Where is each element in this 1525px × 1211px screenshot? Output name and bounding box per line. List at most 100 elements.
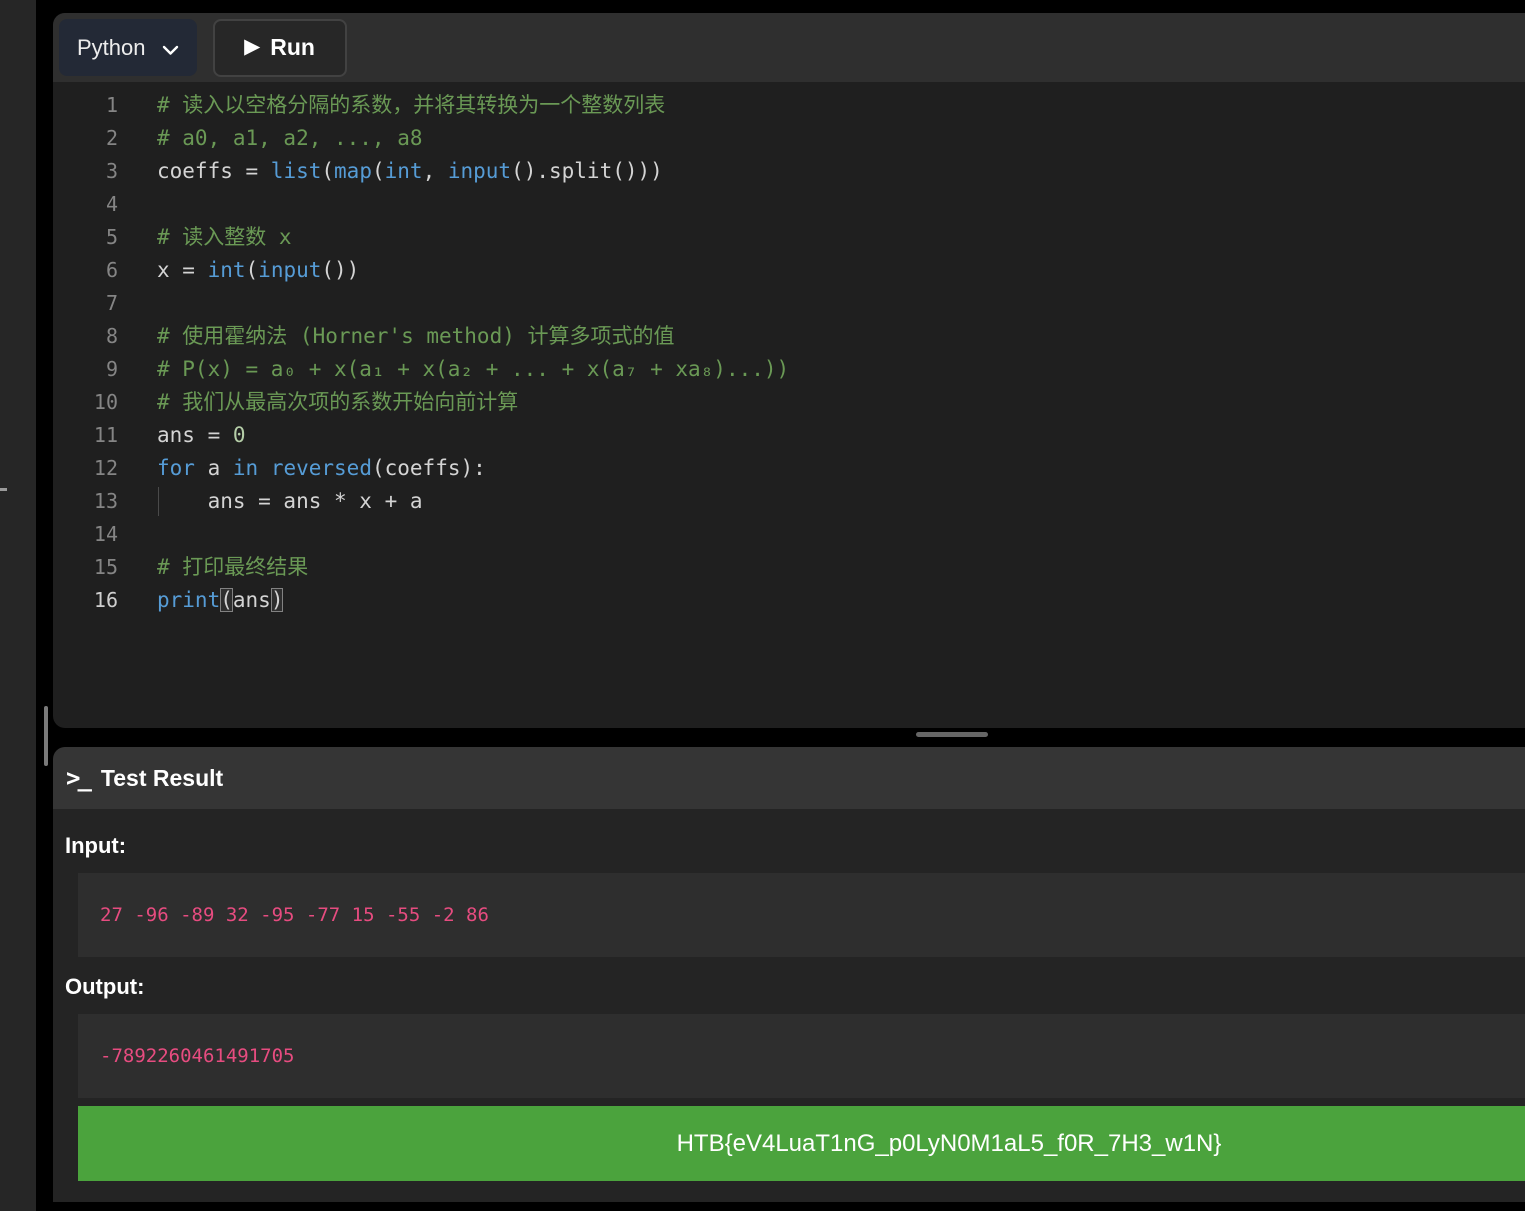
code-token-comment: # P(x) = a₀ + x(a₁ + x(a₂ + ... + x(a₇ +… [157, 357, 790, 381]
code-line[interactable]: 15 # 打印最终结果 [53, 551, 1525, 584]
line-number: 6 [105, 258, 118, 282]
code-line[interactable]: 13 ans = ans * x + a [53, 485, 1525, 518]
code-token-comment: # 我们从最高次项的系数开始向前计算 [157, 390, 519, 414]
code-line-content[interactable]: # 打印最终结果 [118, 551, 308, 584]
code-token-comment: # 读入以空格分隔的系数，并将其转换为一个整数列表 [157, 93, 666, 117]
code-token-plain: ()) [321, 258, 360, 282]
code-line-content[interactable]: coeffs = list(map(int, input().split())) [118, 155, 663, 188]
sidebar-dash-indicator [0, 488, 7, 491]
code-token-plain: ( [371, 159, 385, 183]
line-number: 16 [93, 588, 118, 612]
code-line-content[interactable] [118, 287, 157, 320]
code-token-keyword: int [207, 258, 246, 282]
language-dropdown-label: Python [77, 34, 146, 60]
code-line-content[interactable]: x = int(input()) [118, 254, 359, 287]
code-token-plain: a [194, 456, 233, 480]
code-line[interactable]: 8 # 使用霍纳法 (Horner's method) 计算多项式的值 [53, 320, 1525, 353]
code-line-content[interactable]: ans = ans * x + a [118, 485, 423, 518]
code-editor-panel: Python ▶ Run 1 # 读入以空格分隔的系数，并将其转换为一个整数列表 2… [53, 13, 1525, 728]
code-token-plain: (coeffs): [371, 456, 486, 480]
code-token-plain: ().split())) [511, 159, 663, 183]
code-line[interactable]: 6x = int(input()) [53, 254, 1525, 287]
editor-toolbar: Python ▶ Run [53, 13, 1525, 82]
code-token-keyword: in [232, 456, 259, 480]
test-result-title: Test Result [100, 764, 224, 791]
panel-drag-handle[interactable] [916, 732, 988, 737]
code-line[interactable]: 2 # a0, a1, a2, ..., a8 [53, 122, 1525, 155]
code-token-bracket: ) [270, 588, 284, 612]
indent-guide [158, 487, 159, 516]
run-button-label: Run [270, 34, 315, 60]
code-line[interactable]: 1 # 读入以空格分隔的系数，并将其转换为一个整数列表 [53, 89, 1525, 122]
success-flag-banner: HTB{eV4LuaT1nG_p0LyN0M1aL5_f0R_7H3_w1N} [78, 1106, 1525, 1181]
vertical-resize-handle[interactable] [44, 706, 48, 766]
code-line-content[interactable]: print(ans) [118, 584, 284, 617]
test-result-panel: >_ Test Result Input: 27 -96 -89 32 -95 … [53, 747, 1525, 1202]
chevron-down-icon [162, 36, 179, 62]
code-line-content[interactable]: # 读入整数 x [118, 221, 292, 254]
code-token-comment: # a0, a1, a2, ..., a8 [157, 126, 423, 150]
code-token-plain: coeffs = [157, 159, 271, 183]
line-number: 9 [105, 357, 118, 381]
line-number: 5 [105, 225, 118, 249]
code-token-plain: ( [321, 159, 335, 183]
code-line[interactable]: 14 [53, 518, 1525, 551]
code-token-keyword: input [258, 258, 322, 282]
code-token-plain: ans = ans * x + a [157, 489, 423, 513]
code-token-keyword: list [270, 159, 322, 183]
language-dropdown[interactable]: Python [59, 19, 197, 76]
flag-text: HTB{eV4LuaT1nG_p0LyN0M1aL5_f0R_7H3_w1N} [676, 1129, 1222, 1157]
code-line[interactable]: 7 [53, 287, 1525, 320]
line-number: 14 [93, 522, 118, 546]
line-number: 1 [105, 93, 118, 117]
code-lines[interactable]: 1 # 读入以空格分隔的系数，并将其转换为一个整数列表 2 # a0, a1, a2,… [53, 89, 1525, 617]
input-value-box: 27 -96 -89 32 -95 -77 15 -55 -2 86 [78, 873, 1525, 957]
code-line[interactable]: 16 print(ans) [53, 584, 1525, 617]
code-token-keyword: reversed [270, 456, 372, 480]
output-value-box: -7892260461491705 [78, 1014, 1525, 1098]
run-button[interactable]: ▶ Run [212, 18, 347, 77]
line-number: 3 [105, 159, 118, 183]
code-line-content[interactable] [118, 518, 157, 551]
code-line-content[interactable]: # 使用霍纳法 (Horner's method) 计算多项式的值 [118, 320, 675, 353]
code-token-keyword: map [334, 159, 372, 183]
code-line-content[interactable]: for a in reversed(coeffs): [118, 452, 486, 485]
code-token-comment: # 使用霍纳法 (Horner's method) 计算多项式的值 [157, 324, 675, 348]
code-token-keyword: print [157, 588, 221, 612]
code-token-comment: # 读入整数 x [157, 225, 292, 249]
code-line-content[interactable]: # a0, a1, a2, ..., a8 [118, 122, 423, 155]
code-line[interactable]: 4 [53, 188, 1525, 221]
code-line[interactable]: 12 for a in reversed(coeffs): [53, 452, 1525, 485]
line-number: 7 [105, 291, 118, 315]
input-label: Input: [65, 833, 127, 858]
line-number: 12 [93, 456, 118, 480]
code-token-keyword: for [157, 456, 195, 480]
input-value: 27 -96 -89 32 -95 -77 15 -55 -2 86 [100, 904, 489, 926]
code-line-content[interactable]: # 我们从最高次项的系数开始向前计算 [118, 386, 518, 419]
code-line[interactable]: 10 # 我们从最高次项的系数开始向前计算 [53, 386, 1525, 419]
code-line[interactable]: 3 coeffs = list(map(int, input().split())… [53, 155, 1525, 188]
code-line-content[interactable]: # 读入以空格分隔的系数，并将其转换为一个整数列表 [118, 89, 665, 122]
play-icon: ▶ [244, 35, 261, 58]
code-token-keyword: int [384, 159, 423, 183]
code-token-plain: ans = [157, 423, 233, 447]
collapsed-sidebar [0, 0, 36, 1211]
code-token-plain: , [422, 159, 448, 183]
terminal-icon: >_ [66, 764, 92, 792]
line-number: 15 [93, 555, 118, 579]
code-line[interactable]: 11 ans = 0 [53, 419, 1525, 452]
code-line-content[interactable]: ans = 0 [118, 419, 246, 452]
line-number: 8 [105, 324, 118, 348]
code-token-bracket: ( [220, 588, 233, 612]
output-value: -7892260461491705 [100, 1045, 295, 1067]
line-number: 11 [93, 423, 118, 447]
code-line-content[interactable] [118, 188, 157, 221]
code-line[interactable]: 5 # 读入整数 x [53, 221, 1525, 254]
code-token-plain: ans [232, 588, 271, 612]
code-line-content[interactable]: # P(x) = a₀ + x(a₁ + x(a₂ + ... + x(a₇ +… [118, 353, 789, 386]
output-label: Output: [65, 974, 145, 999]
code-line[interactable]: 9 # P(x) = a₀ + x(a₁ + x(a₂ + ... + x(a₇ … [53, 353, 1525, 386]
code-token-keyword: input [447, 159, 512, 183]
code-token-plain: ( [245, 258, 259, 282]
